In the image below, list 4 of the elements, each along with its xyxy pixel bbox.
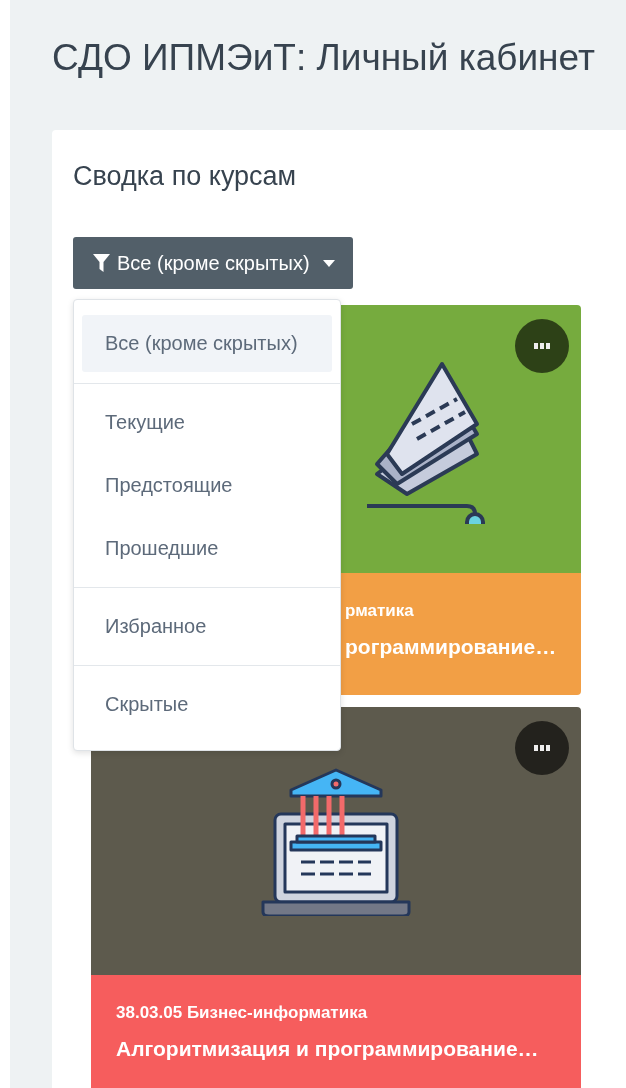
block-title: Сводка по курсам xyxy=(73,160,297,192)
page-title: СДО ИПМЭиТ: Личный кабинет xyxy=(52,36,595,80)
course-category: 38.03.05 Бизнес-информатика xyxy=(116,1003,369,1023)
course-category: рматика xyxy=(345,601,415,621)
